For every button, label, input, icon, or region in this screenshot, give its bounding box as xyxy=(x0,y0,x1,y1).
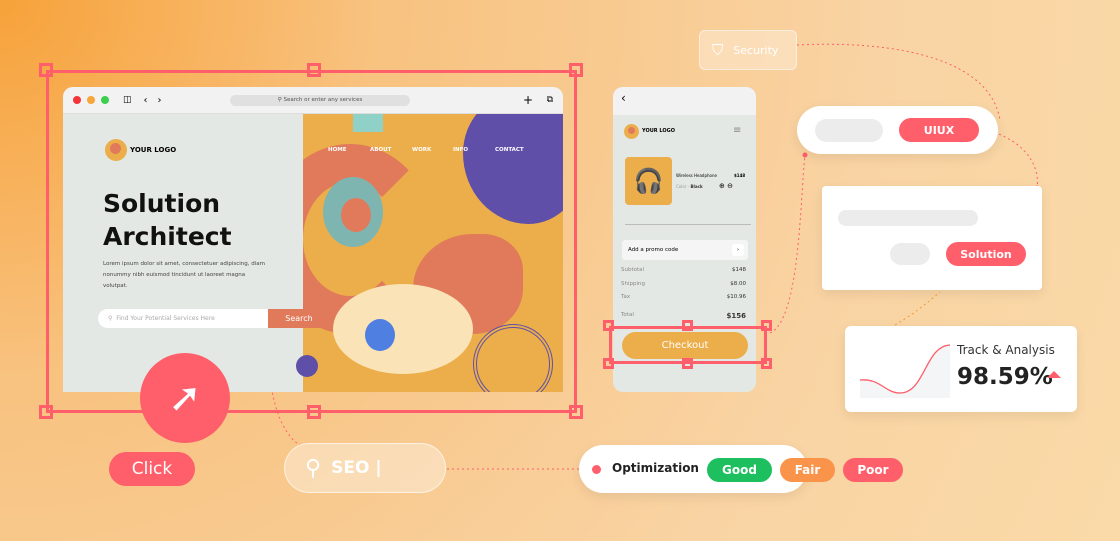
connector-dot xyxy=(592,465,601,474)
resize-handle[interactable] xyxy=(569,405,583,419)
track-analysis-card: Track & Analysis 98.59% xyxy=(845,326,1077,412)
resize-handle[interactable] xyxy=(761,358,772,369)
rating-good[interactable]: Good xyxy=(707,458,772,482)
plus-icon: ⊕ xyxy=(719,182,725,190)
product-price: $148 xyxy=(734,173,746,178)
shield-icon: ⛉ xyxy=(712,41,724,59)
uiux-tag[interactable]: UIUX xyxy=(899,118,979,142)
track-value: 98.59% xyxy=(957,364,1053,390)
summary-shipping: Shipping $8.00 xyxy=(621,281,746,287)
summary-subtotal: Subtotal $148 xyxy=(621,267,746,273)
security-badge: ⛉ Security xyxy=(699,30,797,70)
resize-handle[interactable] xyxy=(682,358,693,369)
summary-tax: Tax $10.96 xyxy=(621,294,746,300)
resize-handle[interactable] xyxy=(39,405,53,419)
solution-card: Solution xyxy=(822,186,1042,290)
resize-handle[interactable] xyxy=(682,320,693,331)
rating-poor[interactable]: Poor xyxy=(843,458,903,482)
trend-line-chart xyxy=(859,344,951,398)
cursor-click-icon: ➚ xyxy=(140,353,230,443)
resize-handle[interactable] xyxy=(39,63,53,77)
minus-icon: ⊖ xyxy=(727,182,733,190)
track-title: Track & Analysis xyxy=(957,343,1055,357)
quantity-stepper[interactable]: ⊕ ⊖ xyxy=(719,182,733,190)
resize-handle[interactable] xyxy=(761,320,772,331)
seo-search-input[interactable]: ⚲ SEO | xyxy=(284,443,446,493)
product-name: Wireless Headphone xyxy=(676,173,717,178)
back-icon[interactable]: ‹ xyxy=(613,87,756,115)
search-icon: ⚲ xyxy=(305,455,322,481)
resize-handle[interactable] xyxy=(307,63,321,77)
rating-fair[interactable]: Fair xyxy=(780,458,835,482)
chevron-right-icon: › xyxy=(732,244,744,256)
logo-icon xyxy=(624,124,639,139)
arrow-up-icon xyxy=(1047,371,1061,378)
headphone-image: 🎧 xyxy=(625,157,672,205)
promo-code-input[interactable]: Add a promo code › xyxy=(622,240,748,260)
summary-total: Total $156 xyxy=(621,312,746,320)
resize-handle[interactable] xyxy=(603,320,614,331)
uiux-card: UIUX xyxy=(797,106,998,154)
selection-frame xyxy=(46,70,577,413)
menu-icon[interactable]: ≡ xyxy=(733,125,741,136)
resize-handle[interactable] xyxy=(603,358,614,369)
solution-tag[interactable]: Solution xyxy=(946,242,1026,266)
optimization-label: Optimization xyxy=(612,461,699,475)
resize-handle[interactable] xyxy=(307,405,321,419)
click-button[interactable]: Click xyxy=(109,452,195,486)
resize-handle[interactable] xyxy=(569,63,583,77)
divider xyxy=(625,224,751,225)
product-color: Color - Black xyxy=(676,184,703,189)
optimization-card: Optimization xyxy=(579,445,807,493)
logo-text: YOUR LOGO xyxy=(642,128,675,134)
